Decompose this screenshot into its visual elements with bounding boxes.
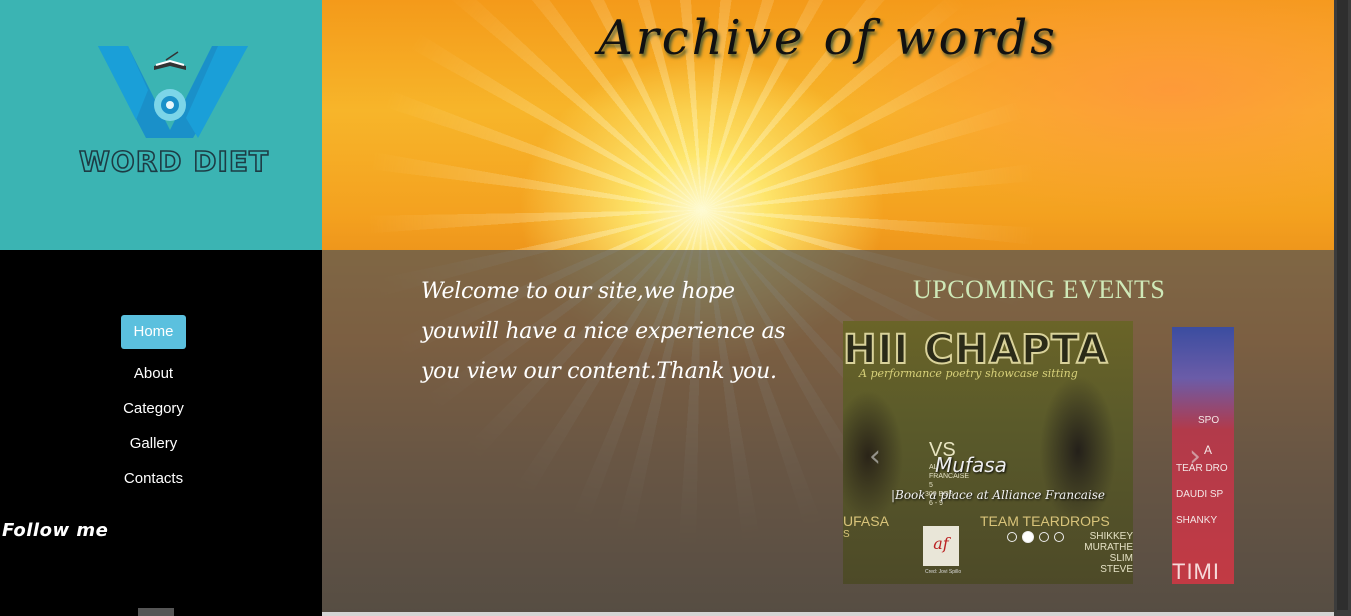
slide-caption-text: |Book a place at Alliance Francaise	[890, 488, 1106, 502]
slide2-line: A	[1204, 443, 1213, 457]
events-carousel[interactable]: HII CHAPTA A performance poetry showcase…	[843, 321, 1234, 584]
chevron-left-icon[interactable]: ‹	[869, 439, 881, 474]
carousel-indicator-1[interactable]	[1007, 532, 1017, 542]
slide2-line: TEAR DRO	[1176, 463, 1228, 474]
carousel-indicators	[1007, 531, 1064, 543]
sidebar-nav: Home About Category Gallery Contacts Fol…	[0, 250, 322, 616]
svg-text:WORD DIET: WORD DIET	[79, 145, 269, 178]
sponsor-logo: af	[923, 526, 959, 566]
carousel-indicator-2[interactable]	[1022, 531, 1034, 543]
slide-caption-title: Mufasa	[935, 453, 1007, 477]
scrollbar-thumb[interactable]	[1337, 0, 1348, 610]
welcome-text: Welcome to our site,we hope youwill have…	[421, 279, 786, 384]
carousel-indicator-4[interactable]	[1054, 532, 1064, 542]
poster-tagline: A performance poetry showcase sitting	[859, 367, 1078, 380]
poster-names: SHIKKEY MURATHE SLIM STEVE	[1084, 531, 1133, 575]
slide2-footer: TIMI	[1172, 559, 1220, 584]
event-slide-poster-2[interactable]: SPO A TEAR DRO DAUDI SP SHANKY	[1172, 327, 1234, 584]
slide2-line: SHANKY	[1176, 515, 1218, 526]
follow-me-label: Follow me	[2, 520, 109, 541]
vertical-scrollbar[interactable]	[1334, 0, 1351, 616]
event-slide-poster[interactable]: HII CHAPTA A performance poetry showcase…	[843, 321, 1133, 584]
poster-right-team: TEAM TEARDROPS	[980, 513, 1110, 529]
poster-left-team: UFASA	[843, 513, 889, 529]
poster-left-sub: S	[843, 529, 850, 540]
logo-block: WORD DIET	[0, 0, 322, 250]
word-diet-logo[interactable]: WORD DIET	[78, 38, 274, 178]
slide2-line: DAUDI SP	[1176, 489, 1224, 500]
main-menu: Home About Category Gallery Contacts	[0, 315, 307, 496]
carousel-indicator-3[interactable]	[1039, 532, 1049, 542]
nav-item-category[interactable]: Category	[111, 391, 196, 426]
site-title: Archive of words	[598, 10, 1058, 66]
sponsor-credit: Cred: Jovi Spillo	[925, 569, 962, 575]
page-bottom-border	[322, 612, 1334, 616]
nav-item-gallery[interactable]: Gallery	[118, 426, 190, 461]
slide2-line: SPO	[1198, 415, 1220, 426]
nav-item-contacts[interactable]: Contacts	[112, 461, 195, 496]
social-icon-stub[interactable]	[138, 608, 174, 616]
nav-item-home[interactable]: Home	[121, 315, 186, 349]
nav-item-about[interactable]: About	[122, 356, 185, 391]
chevron-right-icon[interactable]: ›	[1189, 439, 1201, 474]
upcoming-events-heading: UPCOMING EVENTS	[913, 275, 1166, 304]
